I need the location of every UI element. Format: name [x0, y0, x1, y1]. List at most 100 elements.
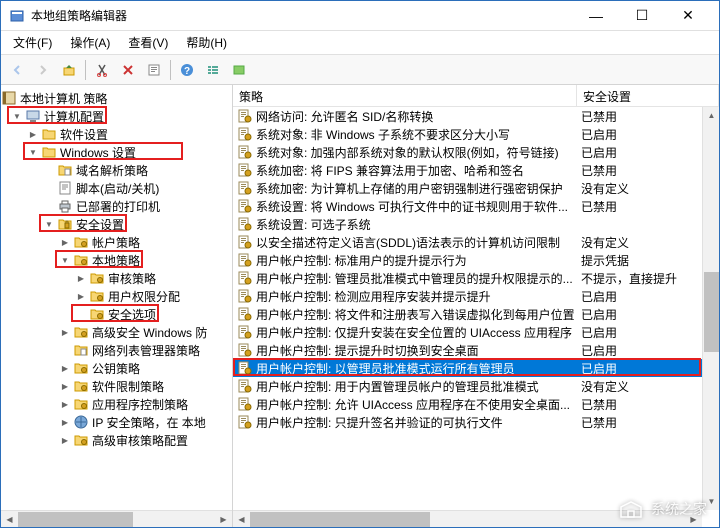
policy-list[interactable]: 网络访问: 允许匿名 SID/名称转换已禁用系统对象: 非 Windows 子系…	[233, 107, 719, 527]
gpedit-window: 本地组策略编辑器 — ☐ ✕ 文件(F) 操作(A) 查看(V) 帮助(H) ?	[0, 0, 720, 528]
tree-toggle-icon[interactable]: ▶	[75, 290, 87, 302]
policy-icon	[237, 306, 253, 322]
forward-button[interactable]	[31, 58, 55, 82]
tree-toggle-icon[interactable]: ▶	[75, 272, 87, 284]
tree-hscrollbar[interactable]: ◀ ▶	[1, 510, 232, 527]
tree-toggle-icon[interactable]: ▶	[59, 434, 71, 446]
tree-item[interactable]: 域名解析策略	[1, 161, 232, 179]
tree-toggle-icon[interactable]: ▶	[59, 236, 71, 248]
policy-row[interactable]: 网络访问: 允许匿名 SID/名称转换已禁用	[233, 107, 719, 125]
tree-toggle-icon[interactable]: ▶	[27, 128, 39, 140]
tree-item[interactable]: ▼计算机配置	[1, 107, 232, 125]
tree-item[interactable]: ▼安全设置	[1, 215, 232, 233]
tree-toggle-icon[interactable]	[43, 164, 55, 176]
tree-toggle-icon[interactable]: ▶	[59, 398, 71, 410]
scroll-left-button[interactable]: ◀	[233, 511, 250, 527]
policy-row[interactable]: 用户帐户控制: 检测应用程序安装并提示提升已启用	[233, 287, 719, 305]
menu-file[interactable]: 文件(F)	[5, 32, 60, 53]
policy-row[interactable]: 系统对象: 非 Windows 子系统不要求区分大小写已启用	[233, 125, 719, 143]
scroll-right-button[interactable]: ▶	[215, 511, 232, 527]
tree-toggle-icon[interactable]: ▶	[59, 326, 71, 338]
scroll-thumb[interactable]	[250, 512, 430, 527]
tree-toggle-icon[interactable]: ▶	[59, 362, 71, 374]
policy-icon	[237, 252, 253, 268]
policy-name-cell: 系统对象: 非 Windows 子系统不要求区分大小写	[233, 125, 577, 144]
cut-button[interactable]	[90, 58, 114, 82]
col-policy[interactable]: 策略	[233, 85, 577, 106]
policy-row[interactable]: 用户帐户控制: 以管理员批准模式运行所有管理员已启用	[233, 359, 719, 377]
tree-item[interactable]: ▶软件限制策略	[1, 377, 232, 395]
policy-row[interactable]: 用户帐户控制: 用于内置管理员帐户的管理员批准模式没有定义	[233, 377, 719, 395]
tree-item[interactable]: ▶高级安全 Windows 防	[1, 323, 232, 341]
properties-button[interactable]	[142, 58, 166, 82]
scroll-down-button[interactable]: ▼	[703, 493, 719, 510]
tree-item[interactable]: ▶公钥策略	[1, 359, 232, 377]
tree-toggle-icon[interactable]: ▼	[59, 254, 71, 266]
policy-icon	[237, 162, 253, 178]
policy-tree[interactable]: 本地计算机 策略 ▼计算机配置▶软件设置▼Windows 设置域名解析策略脚本(…	[1, 85, 232, 453]
policy-name: 用户帐户控制: 允许 UIAccess 应用程序在不使用安全桌面...	[256, 396, 570, 413]
policy-name-cell: 以安全描述符定义语言(SDDL)语法表示的计算机访问限制	[233, 233, 577, 252]
list-button[interactable]	[227, 58, 251, 82]
policy-row[interactable]: 用户帐户控制: 只提升签名并验证的可执行文件已禁用	[233, 413, 719, 431]
col-setting[interactable]: 安全设置	[577, 85, 719, 106]
tree-item[interactable]: 网络列表管理器策略	[1, 341, 232, 359]
delete-button[interactable]	[116, 58, 140, 82]
tree-toggle-icon[interactable]: ▼	[43, 218, 55, 230]
tree-item[interactable]: ▶用户权限分配	[1, 287, 232, 305]
menu-view[interactable]: 查看(V)	[120, 32, 176, 53]
back-button[interactable]	[5, 58, 29, 82]
policy-row[interactable]: 用户帐户控制: 将文件和注册表写入错误虚拟化到每用户位置已启用	[233, 305, 719, 323]
close-button[interactable]: ✕	[665, 2, 711, 30]
tree-toggle-icon[interactable]	[43, 200, 55, 212]
tree-item[interactable]: ▶审核策略	[1, 269, 232, 287]
policy-row[interactable]: 用户帐户控制: 允许 UIAccess 应用程序在不使用安全桌面...已禁用	[233, 395, 719, 413]
help-button[interactable]: ?	[175, 58, 199, 82]
tree-toggle-icon[interactable]: ▶	[59, 416, 71, 428]
tree-item[interactable]: ▶高级审核策略配置	[1, 431, 232, 449]
policy-row[interactable]: 系统对象: 加强内部系统对象的默认权限(例如，符号链接)已启用	[233, 143, 719, 161]
tree-panel[interactable]: 本地计算机 策略 ▼计算机配置▶软件设置▼Windows 设置域名解析策略脚本(…	[1, 85, 233, 527]
list-vscrollbar[interactable]: ▲ ▼	[702, 107, 719, 510]
scroll-right-button[interactable]: ▶	[685, 511, 702, 527]
list-hscrollbar[interactable]: ◀ ▶	[233, 510, 702, 527]
folder-s-icon	[73, 234, 89, 250]
menu-help[interactable]: 帮助(H)	[178, 32, 235, 53]
minimize-button[interactable]: —	[573, 2, 619, 30]
up-button[interactable]	[57, 58, 81, 82]
policy-row[interactable]: 系统设置: 将 Windows 可执行文件中的证书规则用于软件...已禁用	[233, 197, 719, 215]
policy-row[interactable]: 以安全描述符定义语言(SDDL)语法表示的计算机访问限制没有定义	[233, 233, 719, 251]
tree-item[interactable]: ▶应用程序控制策略	[1, 395, 232, 413]
details-button[interactable]	[201, 58, 225, 82]
tree-toggle-icon[interactable]	[43, 182, 55, 194]
tree-toggle-icon[interactable]: ▼	[27, 146, 39, 158]
scroll-thumb[interactable]	[18, 512, 133, 527]
tree-item[interactable]: 安全选项	[1, 305, 232, 323]
ipsec-icon	[73, 414, 89, 430]
policy-row[interactable]: 系统加密: 将 FIPS 兼容算法用于加密、哈希和签名已禁用	[233, 161, 719, 179]
policy-row[interactable]: 系统设置: 可选子系统	[233, 215, 719, 233]
tree-toggle-icon[interactable]	[59, 344, 71, 356]
policy-row[interactable]: 用户帐户控制: 标准用户的提升提示行为提示凭据	[233, 251, 719, 269]
tree-item[interactable]: ▼Windows 设置	[1, 143, 232, 161]
tree-item[interactable]: 已部署的打印机	[1, 197, 232, 215]
tree-root[interactable]: 本地计算机 策略	[1, 89, 232, 107]
tree-toggle-icon[interactable]	[75, 308, 87, 320]
scroll-up-button[interactable]: ▲	[703, 107, 719, 124]
policy-row[interactable]: 系统加密: 为计算机上存储的用户密钥强制进行强密钥保护没有定义	[233, 179, 719, 197]
tree-item[interactable]: ▼本地策略	[1, 251, 232, 269]
tree-item[interactable]: 脚本(启动/关机)	[1, 179, 232, 197]
tree-item[interactable]: ▶帐户策略	[1, 233, 232, 251]
tree-toggle-icon[interactable]: ▼	[11, 110, 23, 122]
tree-toggle-icon[interactable]: ▶	[59, 380, 71, 392]
policy-row[interactable]: 用户帐户控制: 仅提升安装在安全位置的 UIAccess 应用程序已启用	[233, 323, 719, 341]
scroll-thumb[interactable]	[704, 272, 719, 352]
maximize-button[interactable]: ☐	[619, 2, 665, 30]
policy-row[interactable]: 用户帐户控制: 管理员批准模式中管理员的提升权限提示的...不提示，直接提升	[233, 269, 719, 287]
scroll-left-button[interactable]: ◀	[1, 511, 18, 527]
tree-item[interactable]: ▶软件设置	[1, 125, 232, 143]
policy-row[interactable]: 用户帐户控制: 提示提升时切换到安全桌面已启用	[233, 341, 719, 359]
tree-item-label: 网络列表管理器策略	[92, 342, 200, 359]
tree-item[interactable]: ▶IP 安全策略，在 本地	[1, 413, 232, 431]
menu-action[interactable]: 操作(A)	[62, 32, 118, 53]
